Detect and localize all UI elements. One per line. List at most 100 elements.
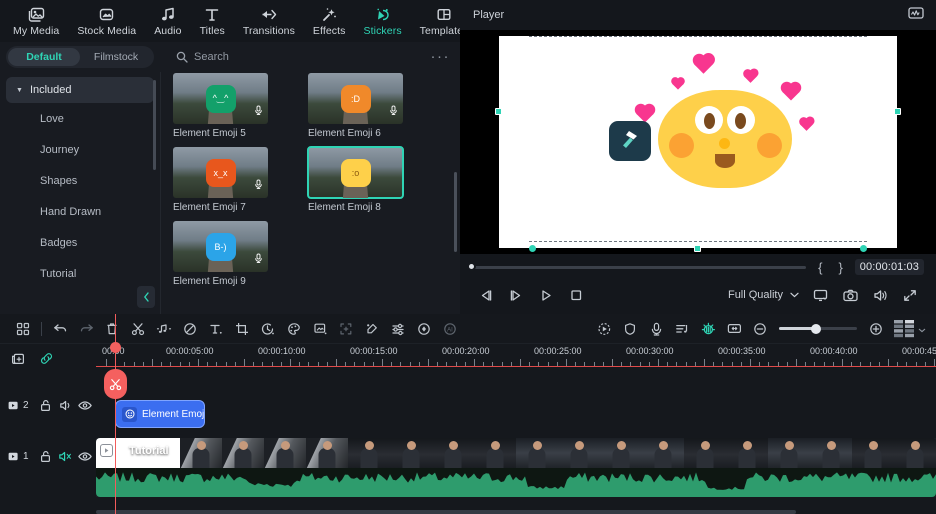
marker-button[interactable] bbox=[695, 316, 721, 342]
resize-handle-bottom[interactable] bbox=[694, 245, 701, 252]
resize-handle-right[interactable] bbox=[894, 108, 901, 115]
zoom-slider-knob[interactable] bbox=[811, 324, 821, 334]
library-more-button[interactable]: ··· bbox=[431, 53, 451, 61]
category-item-badges[interactable]: Badges bbox=[0, 227, 160, 258]
category-item-hand-drawn[interactable]: Hand Drawn bbox=[0, 196, 160, 227]
category-group-included[interactable]: ▼ Included bbox=[6, 77, 154, 103]
nav-item-titles[interactable]: Titles bbox=[191, 4, 234, 39]
stabilize-button[interactable] bbox=[411, 316, 437, 342]
nav-item-effects[interactable]: Effects bbox=[304, 4, 355, 39]
search-icon bbox=[176, 51, 188, 63]
clip-tutorial[interactable]: Tutorial bbox=[96, 438, 936, 497]
zoom-slider[interactable] bbox=[779, 327, 857, 330]
record-voiceover-button[interactable] bbox=[643, 316, 669, 342]
ruler-label: 00:00:10:00 bbox=[258, 346, 306, 356]
color-button[interactable] bbox=[281, 316, 307, 342]
freeze-frame-button[interactable] bbox=[307, 316, 333, 342]
sticker-grid-scrollbar[interactable] bbox=[454, 172, 457, 252]
download-icon[interactable] bbox=[254, 102, 263, 120]
rotate-handle-right[interactable] bbox=[860, 245, 867, 252]
player-progress-knob[interactable] bbox=[467, 262, 476, 271]
nav-item-stickers[interactable]: Stickers bbox=[355, 4, 411, 39]
collapse-panel-button[interactable] bbox=[137, 286, 155, 308]
add-text-button[interactable] bbox=[203, 316, 229, 342]
volume-button[interactable] bbox=[865, 282, 895, 308]
download-icon[interactable] bbox=[389, 102, 398, 120]
mark-out-button[interactable]: } bbox=[834, 260, 846, 275]
track-lock-button-2[interactable] bbox=[35, 399, 55, 412]
sticker-thumbnail[interactable]: :D bbox=[308, 73, 403, 124]
sticker-thumbnail[interactable]: ^‿^ bbox=[173, 73, 268, 124]
audio-mixer-button[interactable] bbox=[669, 316, 695, 342]
snapshot-button[interactable] bbox=[835, 282, 865, 308]
sticker-thumbnail[interactable]: B-) bbox=[173, 221, 268, 272]
category-item-tutorial[interactable]: Tutorial bbox=[0, 258, 160, 289]
sticker-item-element-emoji-7[interactable]: x_x Element Emoji 7 bbox=[173, 147, 268, 213]
track-mute-button-2[interactable] bbox=[55, 399, 75, 412]
render-bars-button[interactable] bbox=[893, 319, 926, 339]
sticker-thumbnail-selected[interactable]: :o bbox=[308, 147, 403, 198]
category-item-journey[interactable]: Journey bbox=[0, 134, 160, 165]
download-icon[interactable] bbox=[254, 176, 263, 194]
track-lock-button-1[interactable] bbox=[35, 450, 55, 463]
track-mute-button-1[interactable] bbox=[55, 450, 75, 463]
tab-filmstock[interactable]: Filmstock bbox=[80, 48, 152, 66]
track-row-video[interactable]: Tutorial bbox=[96, 438, 936, 497]
link-icon[interactable] bbox=[36, 351, 56, 366]
timeline-ruler[interactable]: 00:00 00:00:05:00 00:00:10:00 00:00:15:0… bbox=[96, 344, 936, 372]
next-frame-button[interactable] bbox=[501, 282, 531, 308]
download-icon[interactable] bbox=[254, 250, 263, 268]
auto-reframe-button[interactable] bbox=[333, 316, 359, 342]
waveform-scope-icon[interactable] bbox=[908, 6, 924, 25]
player-progress-slider[interactable] bbox=[470, 266, 806, 269]
ai-tools-button[interactable]: AI bbox=[437, 316, 463, 342]
category-item-shapes[interactable]: Shapes bbox=[0, 165, 160, 196]
silence-detect-button[interactable] bbox=[617, 316, 643, 342]
mask-button[interactable] bbox=[177, 316, 203, 342]
motion-tracking-button[interactable] bbox=[591, 316, 617, 342]
adjust-button[interactable] bbox=[385, 316, 411, 342]
chroma-key-button[interactable] bbox=[359, 316, 385, 342]
mark-in-button[interactable]: { bbox=[814, 260, 826, 275]
sticker-thumbnail[interactable]: x_x bbox=[173, 147, 268, 198]
clip-element-emoji-8[interactable]: Element Emoji 8 bbox=[115, 400, 205, 428]
delete-button[interactable] bbox=[99, 316, 125, 342]
fit-timeline-button[interactable] bbox=[721, 316, 747, 342]
zoom-in-button[interactable] bbox=[863, 316, 889, 342]
track-visibility-button-2[interactable] bbox=[75, 399, 95, 412]
sticker-item-element-emoji-8[interactable]: :o Element Emoji 8 bbox=[308, 147, 403, 213]
stop-button[interactable] bbox=[561, 282, 591, 308]
undo-button[interactable] bbox=[47, 316, 73, 342]
screen-cast-button[interactable] bbox=[805, 282, 835, 308]
timeline-horizontal-scrollbar[interactable] bbox=[96, 510, 796, 514]
redo-button[interactable] bbox=[73, 316, 99, 342]
audio-detach-button[interactable] bbox=[151, 316, 177, 342]
nav-item-audio[interactable]: Audio bbox=[145, 4, 190, 39]
play-button[interactable] bbox=[531, 282, 561, 308]
rotate-handle-left[interactable] bbox=[529, 245, 536, 252]
track-row-sticker[interactable]: Element Emoji 8 bbox=[96, 394, 936, 438]
zoom-out-button[interactable] bbox=[747, 316, 773, 342]
split-button[interactable] bbox=[125, 316, 151, 342]
category-scrollbar[interactable] bbox=[153, 80, 156, 170]
quality-select[interactable]: Full Quality bbox=[728, 289, 799, 301]
resize-handle-left[interactable] bbox=[495, 108, 502, 115]
sticker-item-element-emoji-9[interactable]: B-) Element Emoji 9 bbox=[173, 221, 268, 287]
sticker-item-element-emoji-6[interactable]: :D Element Emoji 6 bbox=[308, 73, 403, 139]
nav-item-my-media[interactable]: My Media bbox=[4, 4, 68, 39]
track-visibility-button-1[interactable] bbox=[75, 450, 95, 463]
category-item-love[interactable]: Love bbox=[0, 103, 160, 134]
sticker-item-element-emoji-5[interactable]: ^‿^ Element Emoji 5 bbox=[173, 73, 268, 139]
preview-canvas[interactable] bbox=[499, 36, 897, 248]
add-track-icon[interactable] bbox=[8, 351, 28, 366]
fullscreen-button[interactable] bbox=[895, 282, 925, 308]
speed-button[interactable] bbox=[255, 316, 281, 342]
crop-button[interactable] bbox=[229, 316, 255, 342]
ruler-label: 00:00:40:00 bbox=[810, 346, 858, 356]
tab-default[interactable]: Default bbox=[8, 48, 80, 66]
previous-frame-button[interactable] bbox=[471, 282, 501, 308]
layout-grid-button[interactable] bbox=[10, 316, 36, 342]
nav-item-stock-media[interactable]: Stock Media bbox=[68, 4, 145, 39]
nav-item-transitions[interactable]: Transitions bbox=[234, 4, 304, 39]
search-input[interactable]: Search bbox=[194, 51, 425, 63]
